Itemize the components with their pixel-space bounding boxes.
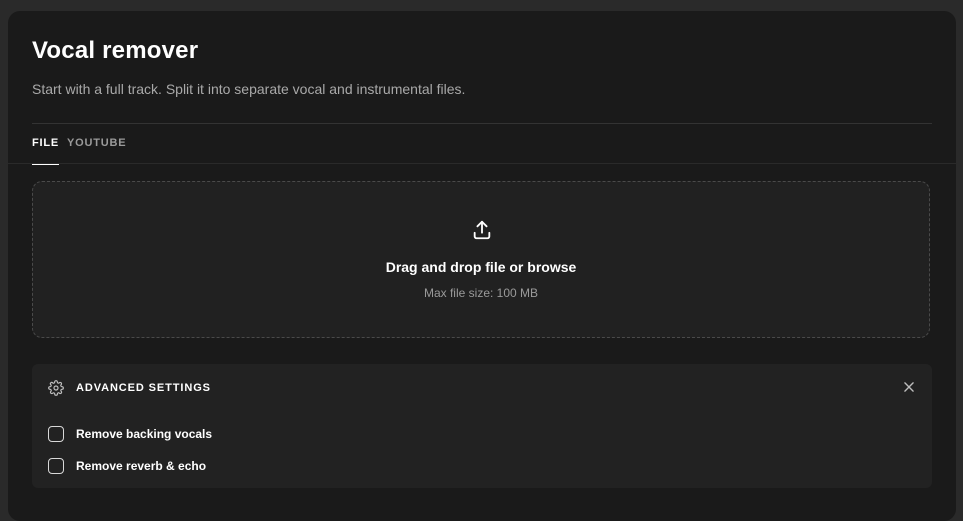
dropzone-hint: Max file size: 100 MB bbox=[423, 286, 539, 300]
tab-file[interactable]: FILE bbox=[32, 137, 60, 165]
vocal-remover-card: Vocal remover Start with a full track. S… bbox=[8, 11, 956, 521]
gear-icon bbox=[48, 380, 64, 396]
dropzone-text[interactable]: Drag and drop file or browse bbox=[33, 259, 929, 275]
advanced-settings-header: ADVANCED SETTINGS bbox=[48, 380, 211, 396]
tabs-divider bbox=[8, 163, 956, 164]
source-tabs: FILE YOUTUBE bbox=[32, 137, 126, 165]
tab-youtube[interactable]: YOUTUBE bbox=[67, 137, 126, 165]
option-remove-reverb-echo[interactable]: Remove reverb & echo bbox=[48, 458, 206, 474]
reverb-echo-checkbox[interactable] bbox=[48, 458, 64, 474]
backing-vocals-checkbox[interactable] bbox=[48, 426, 64, 442]
close-icon[interactable] bbox=[902, 380, 916, 394]
header-divider bbox=[32, 123, 932, 124]
page-title: Vocal remover bbox=[32, 37, 199, 64]
option-remove-backing-vocals[interactable]: Remove backing vocals bbox=[48, 426, 212, 442]
file-dropzone[interactable]: Drag and drop file or browse Max file si… bbox=[32, 181, 930, 338]
option-label: Remove backing vocals bbox=[76, 427, 213, 441]
option-label: Remove reverb & echo bbox=[76, 459, 207, 473]
upload-icon bbox=[473, 220, 491, 240]
advanced-settings-title: ADVANCED SETTINGS bbox=[76, 382, 211, 394]
advanced-settings-panel: ADVANCED SETTINGS Remove backing vocals … bbox=[32, 364, 932, 488]
page-subtitle: Start with a full track. Split it into s… bbox=[32, 81, 466, 97]
